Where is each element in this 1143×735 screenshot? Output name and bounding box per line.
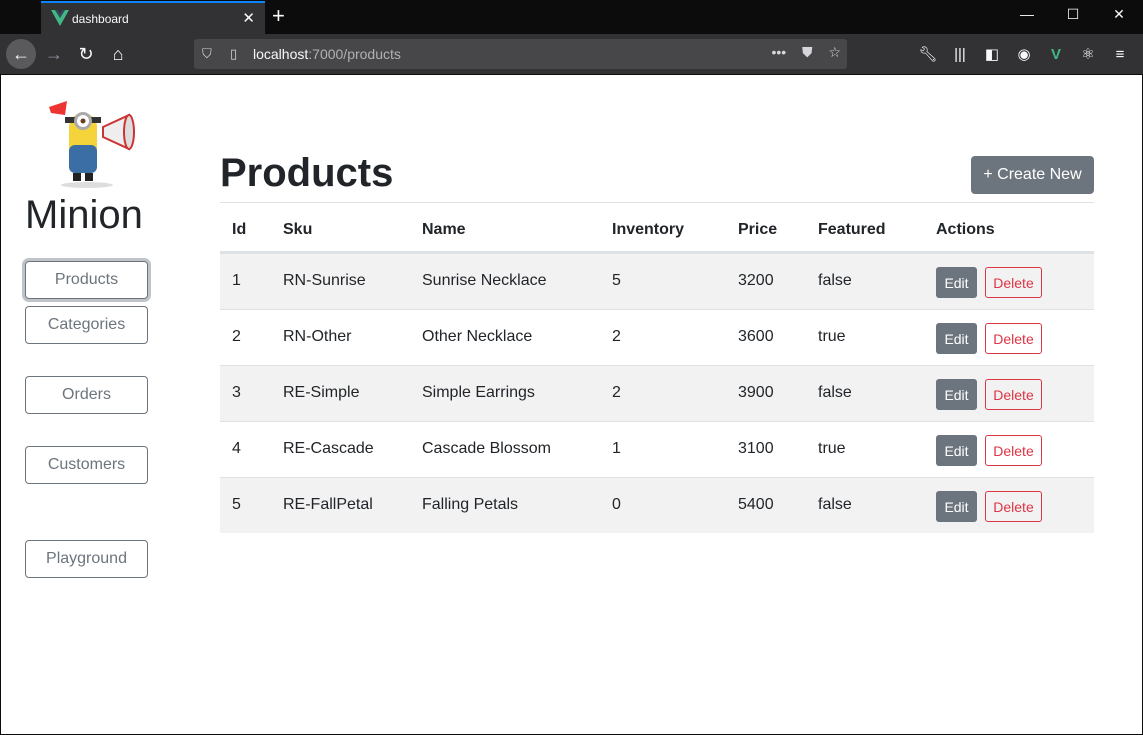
cell-name: Cascade Blossom <box>422 440 551 457</box>
title-divider <box>220 202 1094 203</box>
pocket-icon[interactable]: ⛊ <box>802 44 813 60</box>
table-row: 1 RN-Sunrise Sunrise Necklace 5 3200 fal… <box>220 253 1094 309</box>
delete-button[interactable]: Delete <box>985 491 1042 522</box>
cell-featured: true <box>818 440 846 457</box>
minion-logo <box>49 101 135 188</box>
brand-title: Minion <box>25 193 143 237</box>
column-header-actions: Actions <box>936 221 995 238</box>
cell-price: 3900 <box>738 384 774 401</box>
products-table: Id Sku Name Inventory Price Featured Act… <box>220 207 1094 533</box>
vue-icon <box>51 10 69 26</box>
cell-featured: false <box>818 496 852 513</box>
new-tab-button[interactable]: + <box>272 4 285 28</box>
delete-button[interactable]: Delete <box>985 435 1042 466</box>
column-header-sku: Sku <box>283 221 313 238</box>
table-row: 3 RE-Simple Simple Earrings 2 3900 false… <box>220 365 1094 421</box>
cell-price: 5400 <box>738 496 774 513</box>
sidebar-icon[interactable]: ◧ <box>976 45 1008 63</box>
edit-button[interactable]: Edit <box>936 491 977 522</box>
column-header-featured: Featured <box>818 221 886 238</box>
nav-toolbar: ← → ↻ ⌂ ⛉ ▯ localhost:7000/products ••• … <box>0 34 1143 75</box>
edit-button[interactable]: Edit <box>936 267 977 298</box>
account-icon[interactable]: ◉ <box>1008 45 1040 63</box>
delete-button[interactable]: Delete <box>985 323 1042 354</box>
react-icon[interactable]: ⚛ <box>1072 45 1104 63</box>
tab-title: dashboard <box>72 12 129 26</box>
page-icon: ▯ <box>230 46 238 61</box>
table-row: 2 RN-Other Other Necklace 2 3600 true Ed… <box>220 309 1094 365</box>
library-icon[interactable]: ||| <box>944 46 976 63</box>
cell-id: 5 <box>232 496 241 513</box>
cell-inventory: 2 <box>612 384 621 401</box>
toolbar-icons: 🔧︎ ||| ◧ ◉ V ⚛ ≡ <box>912 45 1136 63</box>
sidebar-item-products[interactable]: Products <box>25 261 148 299</box>
cell-sku: RN-Sunrise <box>283 272 366 289</box>
cell-inventory: 2 <box>612 328 621 345</box>
edit-button[interactable]: Edit <box>936 435 977 466</box>
column-header-name: Name <box>422 221 466 238</box>
cell-featured: false <box>818 384 852 401</box>
cell-featured: false <box>818 272 852 289</box>
sidebar-item-orders[interactable]: Orders <box>25 376 148 414</box>
window-close-icon[interactable]: ✕ <box>1099 6 1139 23</box>
home-icon[interactable]: ⌂ <box>103 39 133 69</box>
more-icon[interactable]: ••• <box>771 44 786 60</box>
cell-name: Simple Earrings <box>422 384 535 401</box>
column-header-id: Id <box>232 221 247 238</box>
cell-id: 1 <box>232 272 241 289</box>
cell-inventory: 0 <box>612 496 621 513</box>
cell-price: 3600 <box>738 328 774 345</box>
cell-inventory: 5 <box>612 272 621 289</box>
cell-price: 3100 <box>738 440 774 457</box>
edit-button[interactable]: Edit <box>936 379 977 410</box>
reload-icon[interactable]: ↻ <box>71 39 101 69</box>
cell-price: 3200 <box>738 272 774 289</box>
url-host: localhost <box>253 46 309 62</box>
forward-icon[interactable]: → <box>39 39 69 69</box>
url-text[interactable]: localhost:7000/products <box>253 46 401 62</box>
table-row: 5 RE-FallPetal Falling Petals 0 5400 fal… <box>220 477 1094 533</box>
cell-id: 4 <box>232 440 241 457</box>
table-header: Id Sku Name Inventory Price Featured Act… <box>220 207 1094 253</box>
cell-sku: RE-Simple <box>283 384 360 401</box>
delete-button[interactable]: Delete <box>985 267 1042 298</box>
create-new-button[interactable]: + Create New <box>971 156 1094 194</box>
close-icon[interactable]: ✕ <box>242 9 255 27</box>
back-icon[interactable]: ← <box>6 39 36 69</box>
page-content: Minion Products Categories Orders Custom… <box>1 75 1142 734</box>
sidebar-item-customers[interactable]: Customers <box>25 446 148 484</box>
tab-dashboard[interactable]: dashboard ✕ <box>41 1 265 34</box>
shield-icon[interactable]: ⛉ <box>202 46 212 62</box>
edit-button[interactable]: Edit <box>936 323 977 354</box>
cell-id: 3 <box>232 384 241 401</box>
tab-bar: dashboard ✕ + — ☐ ✕ <box>0 0 1143 34</box>
cell-name: Sunrise Necklace <box>422 272 547 289</box>
maximize-icon[interactable]: ☐ <box>1053 6 1093 23</box>
column-header-price: Price <box>738 221 778 238</box>
wrench-icon[interactable]: 🔧︎ <box>912 45 944 63</box>
column-header-inventory: Inventory <box>612 221 685 238</box>
sidebar-item-playground[interactable]: Playground <box>25 540 148 578</box>
cell-sku: RE-FallPetal <box>283 496 373 513</box>
minimize-icon[interactable]: — <box>1007 6 1047 22</box>
url-path: :7000/products <box>308 46 401 62</box>
sidebar-item-categories[interactable]: Categories <box>25 306 148 344</box>
vue-devtools-icon[interactable]: V <box>1040 46 1072 63</box>
menu-icon[interactable]: ≡ <box>1104 46 1136 63</box>
delete-button[interactable]: Delete <box>985 379 1042 410</box>
cell-sku: RN-Other <box>283 328 352 345</box>
cell-name: Other Necklace <box>422 328 533 345</box>
page-title: Products <box>220 151 394 195</box>
url-bar[interactable]: ⛉ ▯ localhost:7000/products ••• ⛊ ☆ <box>194 39 847 69</box>
star-icon[interactable]: ☆ <box>828 44 841 60</box>
cell-sku: RE-Cascade <box>283 440 374 457</box>
table-row: 4 RE-Cascade Cascade Blossom 1 3100 true… <box>220 421 1094 477</box>
cell-id: 2 <box>232 328 241 345</box>
cell-name: Falling Petals <box>422 496 519 513</box>
cell-featured: true <box>818 328 846 345</box>
cell-inventory: 1 <box>612 440 621 457</box>
